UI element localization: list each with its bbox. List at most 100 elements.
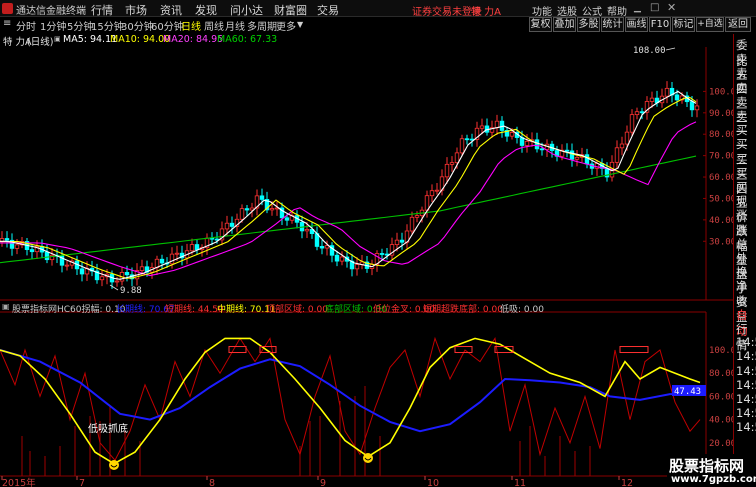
candlesticks xyxy=(0,81,700,289)
date-tick: 11 xyxy=(514,478,526,487)
indicator-value-text: 47.43 xyxy=(674,387,701,397)
candle-body xyxy=(629,114,635,133)
quote-panel-item[interactable]: 14:5 xyxy=(736,378,756,392)
candle-body xyxy=(334,254,340,262)
candle-body xyxy=(539,148,545,151)
candle-body xyxy=(44,251,50,261)
watermark-title: 股票指标网 xyxy=(669,457,745,475)
indicator-tick: 20.00 xyxy=(709,439,733,449)
quote-side-panel: 委比 卖五 卖四 卖三 卖二 卖一 买一 买二 买三 买四 买五 现价 涨跌 涨幅 总量 外盘 换手 净资 收益 自动… xyxy=(733,34,756,487)
candle-body xyxy=(649,97,655,102)
candle-body xyxy=(189,244,195,252)
quote-panel-item[interactable]: 14:5 xyxy=(736,349,756,363)
quote-panel-item[interactable]: 14:5 xyxy=(736,406,756,420)
quote-panel-item[interactable]: 14:5 xyxy=(736,420,756,434)
quote-panel-item[interactable]: 14:5 xyxy=(736,392,756,406)
candle-body xyxy=(689,101,695,111)
quote-panel-item[interactable]: 14:5 xyxy=(736,335,756,349)
ma10-line xyxy=(0,97,697,279)
indicator-site-title: 股票指标网 xyxy=(12,305,58,315)
short-term-value: 短期线: 44.50 xyxy=(165,305,224,315)
price-tick: 30.00 xyxy=(709,237,733,247)
candle-body xyxy=(564,149,570,152)
candle-body xyxy=(224,222,230,230)
price-tick: 90.00 xyxy=(709,109,733,119)
price-tick: 100.00 xyxy=(709,87,733,97)
candle-body xyxy=(429,190,435,197)
date-tick: 2015年 xyxy=(2,477,36,487)
date-tick: 10 xyxy=(427,478,439,487)
date-axis: 2015年 7 8 9 10 11 12 xyxy=(1,476,633,487)
candle-body xyxy=(494,120,500,129)
indicator-settings-icon[interactable]: ▣ xyxy=(2,302,10,311)
low-buy-value: 低吸: 0.00 xyxy=(500,305,544,315)
price-axis: 100.00 90.00 80.00 70.00 60.00 50.00 40.00 30.0… xyxy=(703,87,733,247)
candle-body xyxy=(569,150,575,160)
candle-body xyxy=(409,216,415,232)
candle-body xyxy=(459,138,465,154)
indicator-tick: 100.0 xyxy=(709,346,733,356)
candle-body xyxy=(284,217,290,221)
super-oversold-value: 短期超跌底部: 0.00 xyxy=(423,305,503,315)
candle-body xyxy=(449,162,455,165)
date-tick: 12 xyxy=(621,478,633,487)
candle-body xyxy=(534,139,540,150)
candle-body xyxy=(639,111,645,114)
candle-body xyxy=(114,280,120,283)
candle-body xyxy=(29,249,35,253)
candle-body xyxy=(694,105,700,111)
watermark-url: www.7gpzb.com xyxy=(671,474,756,485)
watermark: 股票指标网 www.7gpzb.com xyxy=(667,454,756,487)
candle-body xyxy=(244,208,250,211)
top-zone-box xyxy=(619,346,649,354)
smile-icon xyxy=(363,453,373,463)
candle-body xyxy=(239,208,245,220)
candle-body xyxy=(454,152,460,164)
candle-body xyxy=(624,131,630,145)
indicator-axis: 100.0 80.00 60.00 40.00 20.00 xyxy=(709,346,733,449)
date-tick: 9 xyxy=(320,478,326,487)
candle-body xyxy=(509,132,515,137)
candle-body xyxy=(414,215,420,218)
date-tick: 7 xyxy=(79,478,85,487)
candle-body xyxy=(424,195,430,211)
indicator-tick: 40.00 xyxy=(709,416,733,426)
candle-body xyxy=(394,239,400,246)
candle-body xyxy=(674,94,680,101)
price-tick: 50.00 xyxy=(709,194,733,204)
candle-body xyxy=(169,253,175,265)
candle-body xyxy=(124,272,130,276)
candle-body xyxy=(319,246,325,249)
candle-body xyxy=(194,244,200,251)
price-tick: 70.00 xyxy=(709,152,733,162)
candle-body xyxy=(139,266,145,271)
top-zone-box xyxy=(454,346,473,354)
candle-body xyxy=(399,239,405,243)
candle-body xyxy=(159,258,165,264)
candle-body xyxy=(614,147,620,163)
indicator-info-bar: ▣ 股票指标网 HC60拐幅: 0.10 长期线: 70.67 短期线: 44.… xyxy=(0,302,706,315)
top-zone-box xyxy=(228,346,247,354)
candle-body xyxy=(354,264,360,270)
quote-panel-item[interactable]: 14:5 xyxy=(736,364,756,378)
tdx-window: 通达信金融终端 行情 市场 资讯 发现 问小达 财富圈 交易 证券交易未登录 特… xyxy=(0,0,756,487)
candle-body xyxy=(79,268,85,275)
candle-body xyxy=(574,156,580,160)
candle-body xyxy=(259,195,265,200)
max-price-label: 108.00 xyxy=(633,46,666,56)
ma5-line xyxy=(0,90,697,280)
low-buy-annotation: 低吸抓底 xyxy=(88,422,128,435)
indicator-tick: 80.00 xyxy=(709,369,733,379)
indicator-tick: 60.00 xyxy=(709,392,733,402)
candle-body xyxy=(304,229,310,232)
candle-body xyxy=(464,138,470,141)
candle-body xyxy=(339,256,345,262)
top-zone-value: 顶部区域: 0.00 xyxy=(266,305,328,315)
candle-body xyxy=(479,125,485,129)
candle-body xyxy=(99,276,105,281)
candle-body xyxy=(524,140,530,146)
candle-body xyxy=(434,189,440,192)
price-tick: 40.00 xyxy=(709,216,733,226)
kline-chart[interactable]: 100.00 90.00 80.00 70.00 60.00 50.00 40.00 30.0… xyxy=(0,0,733,487)
candle-body xyxy=(174,252,180,255)
